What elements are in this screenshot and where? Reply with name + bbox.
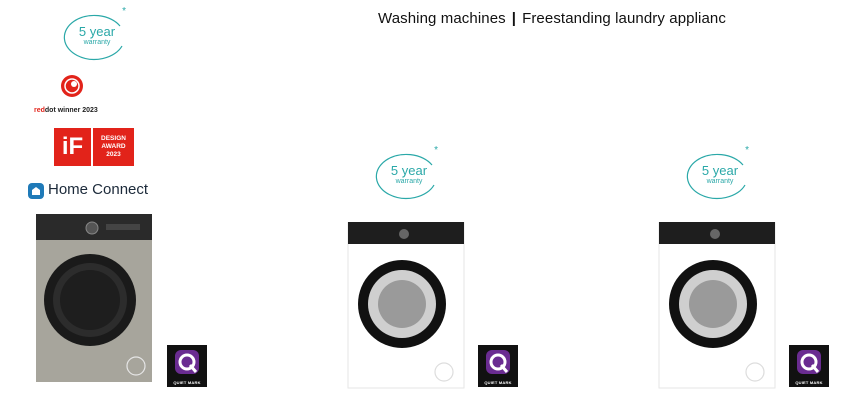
- washing-machine-icon: [36, 214, 152, 382]
- home-connect-label: Home Connect: [48, 181, 149, 198]
- if-award-line: 2023: [106, 151, 121, 158]
- reddot-logo-icon: [61, 75, 83, 97]
- washing-machine-icon: [658, 222, 776, 389]
- warranty-label: warranty: [706, 178, 734, 185]
- warranty-label: warranty: [83, 39, 111, 46]
- reddot-award-text: reddot winner 2023: [34, 107, 98, 114]
- quiet-mark-label: QUIET MARK: [795, 380, 823, 385]
- quiet-mark-badge: QUIET MARK: [478, 345, 518, 387]
- page-header: Washing machines | Freestanding laundry ap…: [378, 10, 726, 27]
- reddot-brand-red: red: [34, 107, 45, 114]
- warranty-asterisk: *: [434, 145, 438, 156]
- washing-machine-icon: [347, 222, 465, 389]
- if-award-line: AWARD: [101, 143, 126, 150]
- product-image-washer-white[interactable]: [346, 222, 466, 392]
- quiet-mark-badge: QUIET MARK: [789, 345, 829, 387]
- breadcrumb-separator: |: [511, 10, 517, 27]
- warranty-badge: * 5 year warranty: [62, 6, 132, 62]
- product-image-washer-white[interactable]: [657, 222, 777, 392]
- if-mark: iF: [54, 128, 91, 166]
- category-label[interactable]: Washing machines: [378, 10, 506, 27]
- warranty-label: warranty: [395, 178, 423, 185]
- warranty-badge: * 5 year warranty: [374, 145, 444, 201]
- warranty-badge: * 5 year warranty: [685, 145, 755, 201]
- if-award-line: DESIGN: [101, 135, 126, 142]
- warranty-asterisk: *: [745, 145, 749, 156]
- home-connect-icon: [28, 183, 44, 199]
- quiet-mark-label: QUIET MARK: [173, 380, 201, 385]
- product-image-washer-silver[interactable]: [34, 214, 154, 384]
- subcategory-label[interactable]: Freestanding laundry applianc: [522, 10, 726, 27]
- quiet-mark-label: QUIET MARK: [484, 380, 512, 385]
- warranty-years: 5 year: [390, 163, 428, 178]
- reddot-brand-dot: dot: [44, 107, 56, 114]
- if-design-award-logo: iF DESIGN AWARD 2023: [54, 128, 134, 166]
- if-award-text: DESIGN AWARD 2023: [93, 128, 134, 166]
- warranty-years: 5 year: [78, 24, 116, 39]
- quiet-mark-badge: QUIET MARK: [167, 345, 207, 387]
- warranty-years: 5 year: [701, 163, 739, 178]
- reddot-winner-text: winner 2023: [55, 107, 98, 114]
- warranty-asterisk: *: [122, 6, 126, 17]
